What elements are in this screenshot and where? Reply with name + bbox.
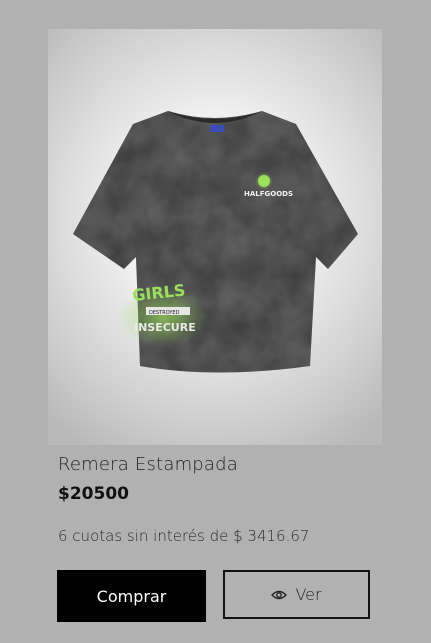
product-title[interactable]: Remera Estampada	[58, 454, 238, 475]
buy-button[interactable]: Comprar	[57, 570, 206, 622]
buy-button-label: Comprar	[96, 586, 167, 606]
svg-text:DESTROYED: DESTROYED	[149, 310, 180, 316]
installments-text: 6 cuotas sin interés de $ 3416.67	[58, 527, 310, 545]
view-button-label: Ver	[295, 585, 322, 604]
eye-icon	[271, 589, 288, 601]
product-image[interactable]: HALFGOODS GIRLS DESTROYED INSECURE	[48, 29, 382, 445]
product-price: $20500	[58, 484, 129, 504]
product-card: HALFGOODS GIRLS DESTROYED INSECURE Remer…	[0, 0, 431, 643]
view-button[interactable]: Ver	[223, 570, 370, 619]
svg-text:INSECURE: INSECURE	[134, 321, 196, 334]
svg-text:HALFGOODS: HALFGOODS	[244, 190, 293, 198]
tshirt-illustration: HALFGOODS GIRLS DESTROYED INSECURE	[73, 111, 358, 373]
